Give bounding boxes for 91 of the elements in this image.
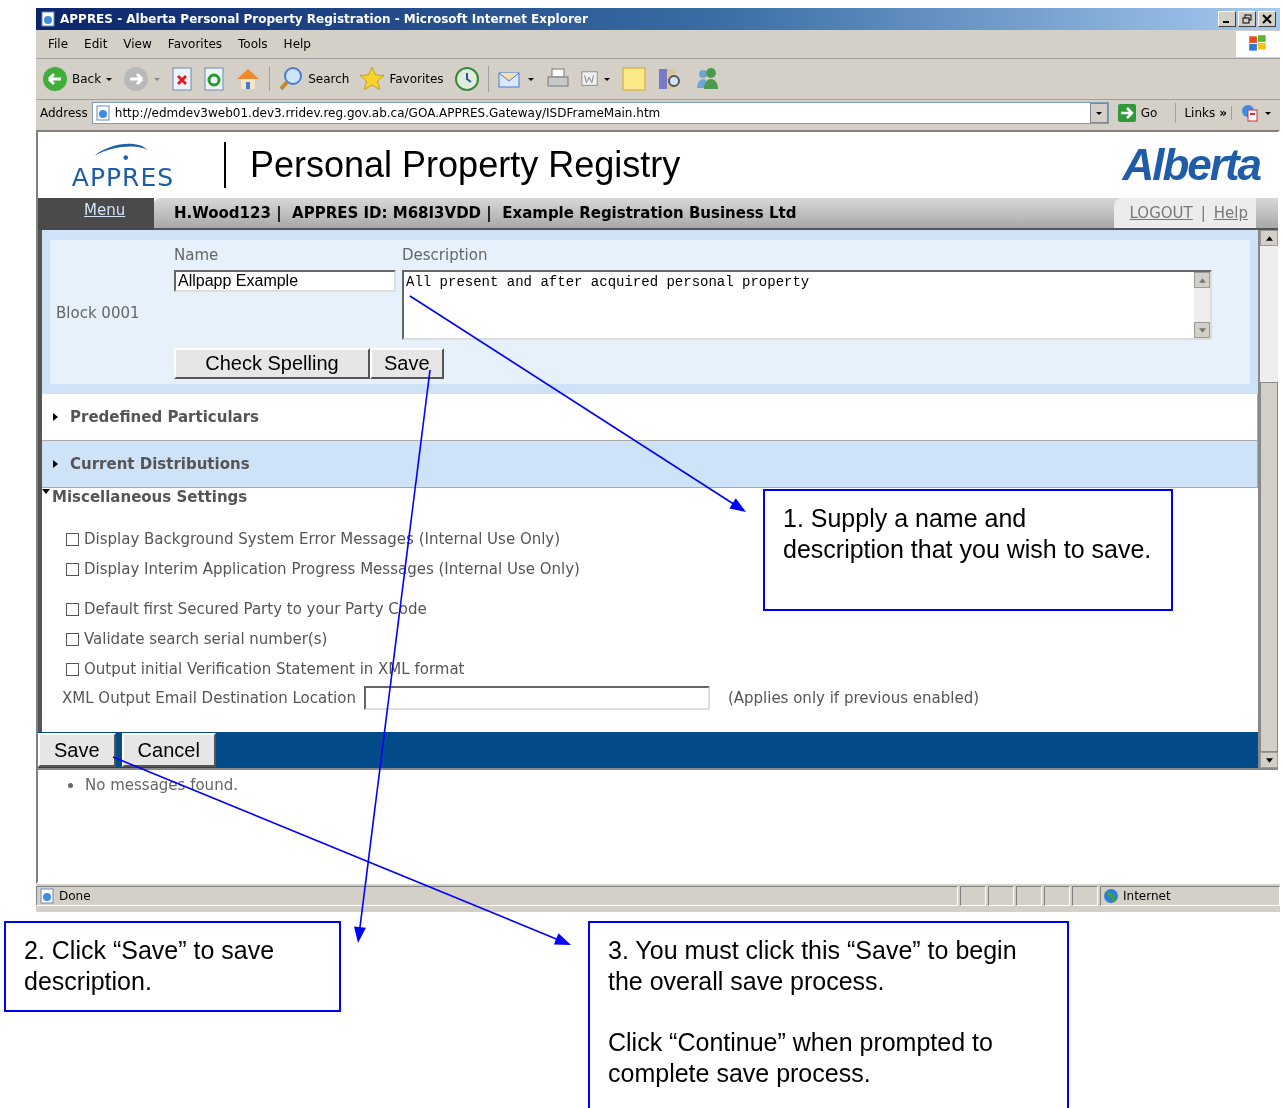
callout-text: 3. You must click this “Save” to begin the overall save process. (608, 935, 1018, 997)
user-info: H.Wood123 | APPRES ID: M68I3VDD | Example Registration Business Ltd (173, 204, 797, 222)
bullet-icon (68, 782, 73, 788)
zone-text: Internet (1123, 889, 1171, 903)
xml-email-label: XML Output Email Destination Location (62, 689, 356, 707)
menu-item[interactable]: Favorites (159, 37, 231, 51)
star-icon (359, 66, 386, 92)
callout-text: 1. Supply a name and description that you wish to save. (783, 503, 1153, 565)
edit-button[interactable] (578, 70, 613, 88)
form-button[interactable]: Check Spelling (174, 348, 370, 379)
down-triangle-icon (1198, 327, 1206, 333)
status-panel (988, 886, 1014, 906)
up-triangle-icon (1198, 277, 1206, 283)
close-button[interactable] (1258, 11, 1276, 27)
caret-icon (153, 75, 162, 83)
page-cross-icon (171, 67, 194, 91)
caret-icon (1094, 109, 1103, 117)
menu-item[interactable]: Edit (76, 37, 116, 51)
globe-document-icon (1240, 103, 1260, 123)
menu-item[interactable]: Help (275, 37, 319, 51)
dropdown-button[interactable] (1089, 103, 1108, 123)
status-panel (1044, 886, 1070, 906)
checkbox[interactable] (66, 532, 79, 546)
back-button[interactable]: Back (40, 66, 116, 92)
arrow-icon (1116, 103, 1137, 123)
brand-logo-text: Alberta (1122, 140, 1260, 190)
links-button[interactable]: Links (1180, 106, 1216, 120)
page-icon (39, 888, 55, 904)
address-label: Address (40, 106, 88, 120)
xml-email-field[interactable] (363, 686, 710, 710)
menu-item[interactable]: File (40, 37, 77, 51)
checkbox[interactable] (66, 562, 79, 576)
globe-page-icon (40, 11, 56, 27)
search-button[interactable]: Search (276, 66, 352, 92)
refresh-icon (203, 67, 226, 91)
checkbox-label: Validate search serial number(s) (84, 630, 328, 648)
form-button[interactable]: Save (38, 733, 116, 767)
menu-item[interactable]: Tools (230, 37, 276, 51)
description-field[interactable]: All present and after acquired personal property (402, 270, 1212, 340)
clock-icon (453, 66, 480, 92)
page-icon (94, 105, 111, 121)
up-triangle-icon (1265, 235, 1273, 241)
logout-link[interactable]: LOGOUT (1129, 204, 1193, 222)
logo-text: APPRES (71, 164, 175, 190)
status-panel (1072, 886, 1098, 906)
caret-icon (526, 75, 535, 83)
caret-icon (105, 75, 114, 83)
search-icon (278, 66, 305, 92)
status-text: Done (59, 889, 91, 903)
restore-icon (1242, 14, 1252, 24)
more-links-button[interactable]: » (1219, 106, 1232, 120)
callout-text: Click “Continue” when prompted to complete save process. (608, 1027, 994, 1089)
name-label: Name (174, 246, 220, 264)
down-triangle-icon (1265, 757, 1273, 763)
page-title: Personal Property Registry (250, 144, 681, 186)
callout-text: 2. Click “Save” to save description. (24, 935, 276, 997)
globe-icon (1103, 888, 1119, 904)
message-text: No messages found. (85, 776, 238, 794)
caret-icon (602, 75, 611, 83)
favorites-button[interactable]: Favorites (357, 66, 446, 92)
section-header[interactable]: Current Distributions (42, 441, 1258, 488)
caret-icon (1264, 109, 1272, 117)
document-icon (580, 70, 599, 88)
minimize-icon (1222, 21, 1229, 23)
checkbox[interactable] (66, 632, 79, 646)
status-panel (1016, 886, 1042, 906)
window-title: APPRES - Alberta Personal Property Registration - Microsoft Internet Explorer (60, 12, 588, 26)
checkbox[interactable] (66, 602, 79, 616)
minimize-button[interactable] (1218, 11, 1236, 27)
restore-button[interactable] (1238, 11, 1256, 27)
scroll-thumb[interactable] (1260, 382, 1278, 752)
menu-link[interactable]: Menu (38, 198, 154, 230)
scrollbar[interactable] (1258, 230, 1278, 768)
status-panel (960, 886, 986, 906)
form-button[interactable]: Save (370, 348, 444, 379)
link-separator: | (1200, 204, 1206, 222)
scroll-up-button[interactable] (1260, 230, 1278, 246)
form-button[interactable]: Cancel (121, 733, 216, 767)
go-button[interactable]: Go (1112, 103, 1177, 123)
books-magnifier-icon (656, 66, 683, 92)
menu-item[interactable]: View (115, 37, 160, 51)
name-field[interactable]: Allpapp Example (174, 270, 396, 292)
field-note: (Applies only if previous enabled) (727, 689, 980, 707)
address-field[interactable]: http://edmdev3web01.dev3.rridev.reg.gov.ab.ca/GOA.APPRES.Gateway/ISDFrameMain.htm (91, 102, 1109, 124)
help-link[interactable]: Help (1213, 204, 1248, 222)
block-label: Block 0001 (55, 303, 141, 324)
scroll-down-button[interactable] (1260, 752, 1278, 768)
description-label: Description (402, 246, 489, 264)
sticky-note-icon (620, 66, 647, 92)
checkbox[interactable] (66, 662, 79, 676)
close-icon (1262, 14, 1272, 24)
